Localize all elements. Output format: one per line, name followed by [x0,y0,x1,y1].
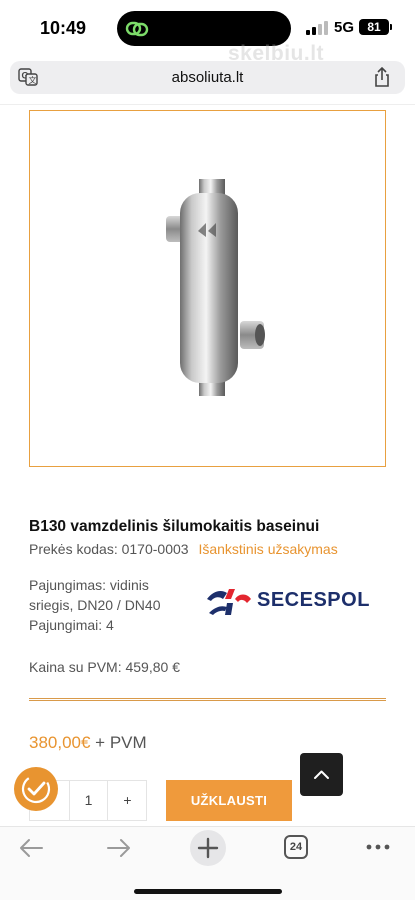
brand-logo[interactable]: SECESPOL [205,583,375,619]
availability-status: Išankstinis užsakymas [198,541,338,557]
brand-mark-icon [207,589,251,615]
network-type: 5G [334,19,355,36]
url-text[interactable]: absoliuta.lt [10,69,405,86]
tabs-button[interactable]: 24 [284,835,308,859]
rating-badge-icon[interactable] [14,767,58,811]
address-bar[interactable]: G 文 absoliuta.lt [10,61,405,94]
price: 380,00€ + PVM [29,733,147,753]
home-indicator [134,889,282,894]
quantity-input[interactable]: 1 [69,781,108,820]
chevron-up-icon [314,770,329,779]
spec-line: Pajungimai: 4 [29,617,114,633]
price-suffix: + PVM [90,733,147,752]
link-icon [125,21,149,37]
checkmark-icon [21,774,51,804]
battery-icon: 81 [359,19,389,35]
brand-name: SECESPOL [257,589,370,611]
scroll-to-top-button[interactable] [300,753,343,796]
dynamic-island [117,11,291,46]
more-icon[interactable] [365,839,391,855]
header-divider [0,104,415,105]
back-arrow-icon[interactable] [18,837,44,859]
signal-icon [306,21,328,35]
spec-line: sriegis, DN20 / DN40 [29,597,161,613]
forward-arrow-icon[interactable] [106,837,132,859]
product-title: B130 vamzdelinis šilumokaitis baseinui [29,518,320,535]
quantity-increase-button[interactable]: + [108,781,147,820]
new-tab-button[interactable] [190,830,226,866]
battery-tip [390,24,392,30]
price-divider [29,698,386,701]
sku-row: Prekės kodas: 0170-0003 Išankstinis užsa… [29,541,338,557]
sku-label: Prekės kodas: 0170-0003 [29,541,189,557]
status-time: 10:49 [40,18,87,38]
product-image-frame[interactable] [29,110,386,467]
price-with-vat: Kaina su PVM: 459,80 € [29,659,180,675]
product-specs: Pajungimas: vidinis sriegis, DN20 / DN40… [29,575,199,635]
product-image [166,179,265,396]
inquire-button[interactable]: UŽKLAUSTI [166,780,292,821]
share-icon[interactable] [373,67,391,87]
price-amount: 380,00€ [29,733,91,752]
status-bar: 10:49 5G 81 [0,0,415,56]
spec-line: Pajungimas: vidinis [29,577,149,593]
browser-toolbar: 24 [0,826,415,900]
plus-icon [197,837,219,859]
